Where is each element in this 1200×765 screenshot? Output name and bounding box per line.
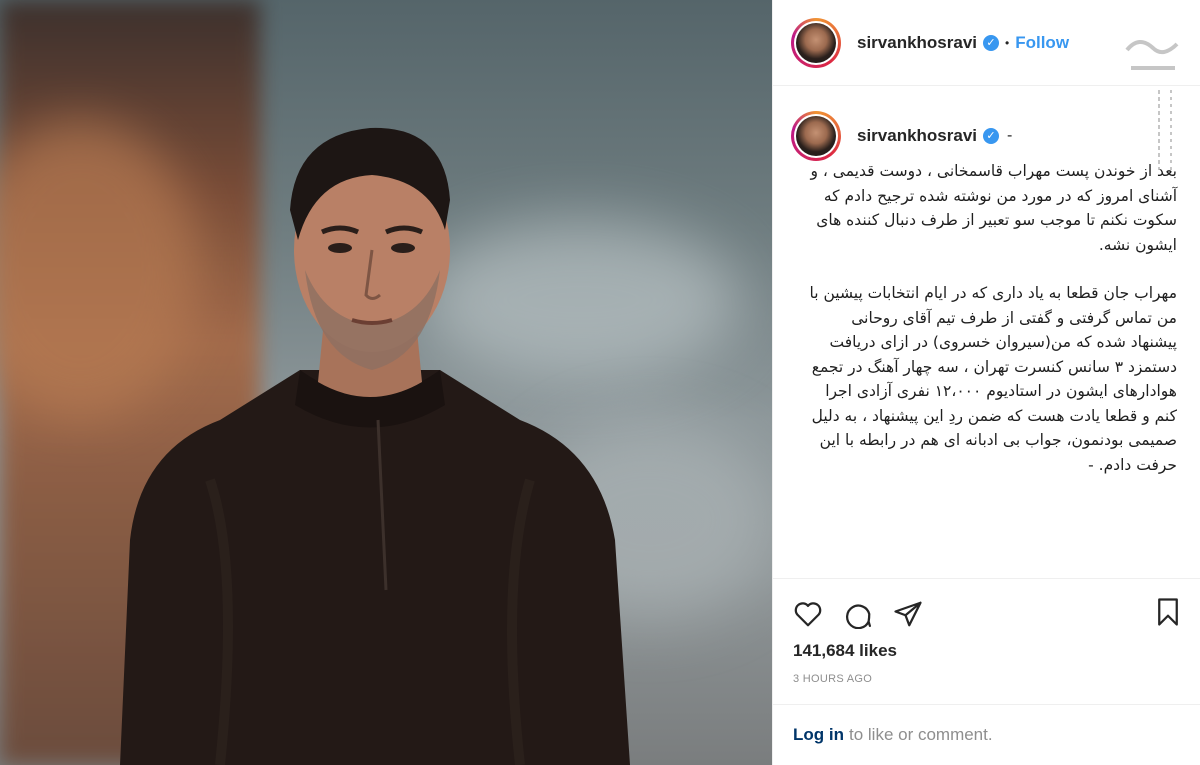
post-timestamp[interactable]: 3 HOURS AGO [793,673,872,685]
action-icons [791,597,925,631]
caption-avatar-image [796,116,836,156]
bookmark-icon[interactable] [1153,597,1187,631]
avatar-image [796,22,836,63]
heart-icon[interactable] [791,597,825,631]
post-header: sirvankhosravi ✓ • Follow [773,0,1200,170]
caption-area: sirvankhosravi ✓ - بعد از خوندن پست مهرا… [773,87,1200,577]
avatar[interactable] [791,17,841,68]
header-username[interactable]: sirvankhosravi [857,33,977,53]
caption-verified-icon: ✓ [983,128,1000,144]
follow-button[interactable]: Follow [1015,33,1069,53]
login-to-comment-bar: Log in to like or comment. [773,704,1200,765]
comment-prompt: to like or comment. [848,725,993,744]
login-link[interactable]: Log in [793,725,844,745]
post-side-panel: sirvankhosravi ✓ • Follow sirvankhosravi… [772,0,1200,765]
caption-text: بعد از خوندن پست مهراب قاسمخانی ، دوست ق… [791,155,1183,477]
separator-dot: • [1005,35,1010,50]
verified-badge-icon: ✓ [983,34,1000,51]
comment-icon[interactable] [841,597,875,631]
caption-username[interactable]: sirvankhosravi [857,126,977,146]
caption-paragraph-2: مهراب جان قطعا به یاد داری که در ایام ان… [809,284,1178,474]
post-photo [0,0,772,765]
caption-dash: - [1007,127,1013,144]
caption-header: sirvankhosravi ✓ - [791,111,1183,161]
post-actions: 141,684 likes 3 HOURS AGO [773,578,1200,704]
share-icon[interactable] [891,597,925,631]
photo-person [120,127,630,765]
likes-count[interactable]: 141,684 likes [793,641,897,661]
caption-avatar[interactable] [791,111,841,161]
caption-paragraph-1: بعد از خوندن پست مهراب قاسمخانی ، دوست ق… [810,162,1177,254]
